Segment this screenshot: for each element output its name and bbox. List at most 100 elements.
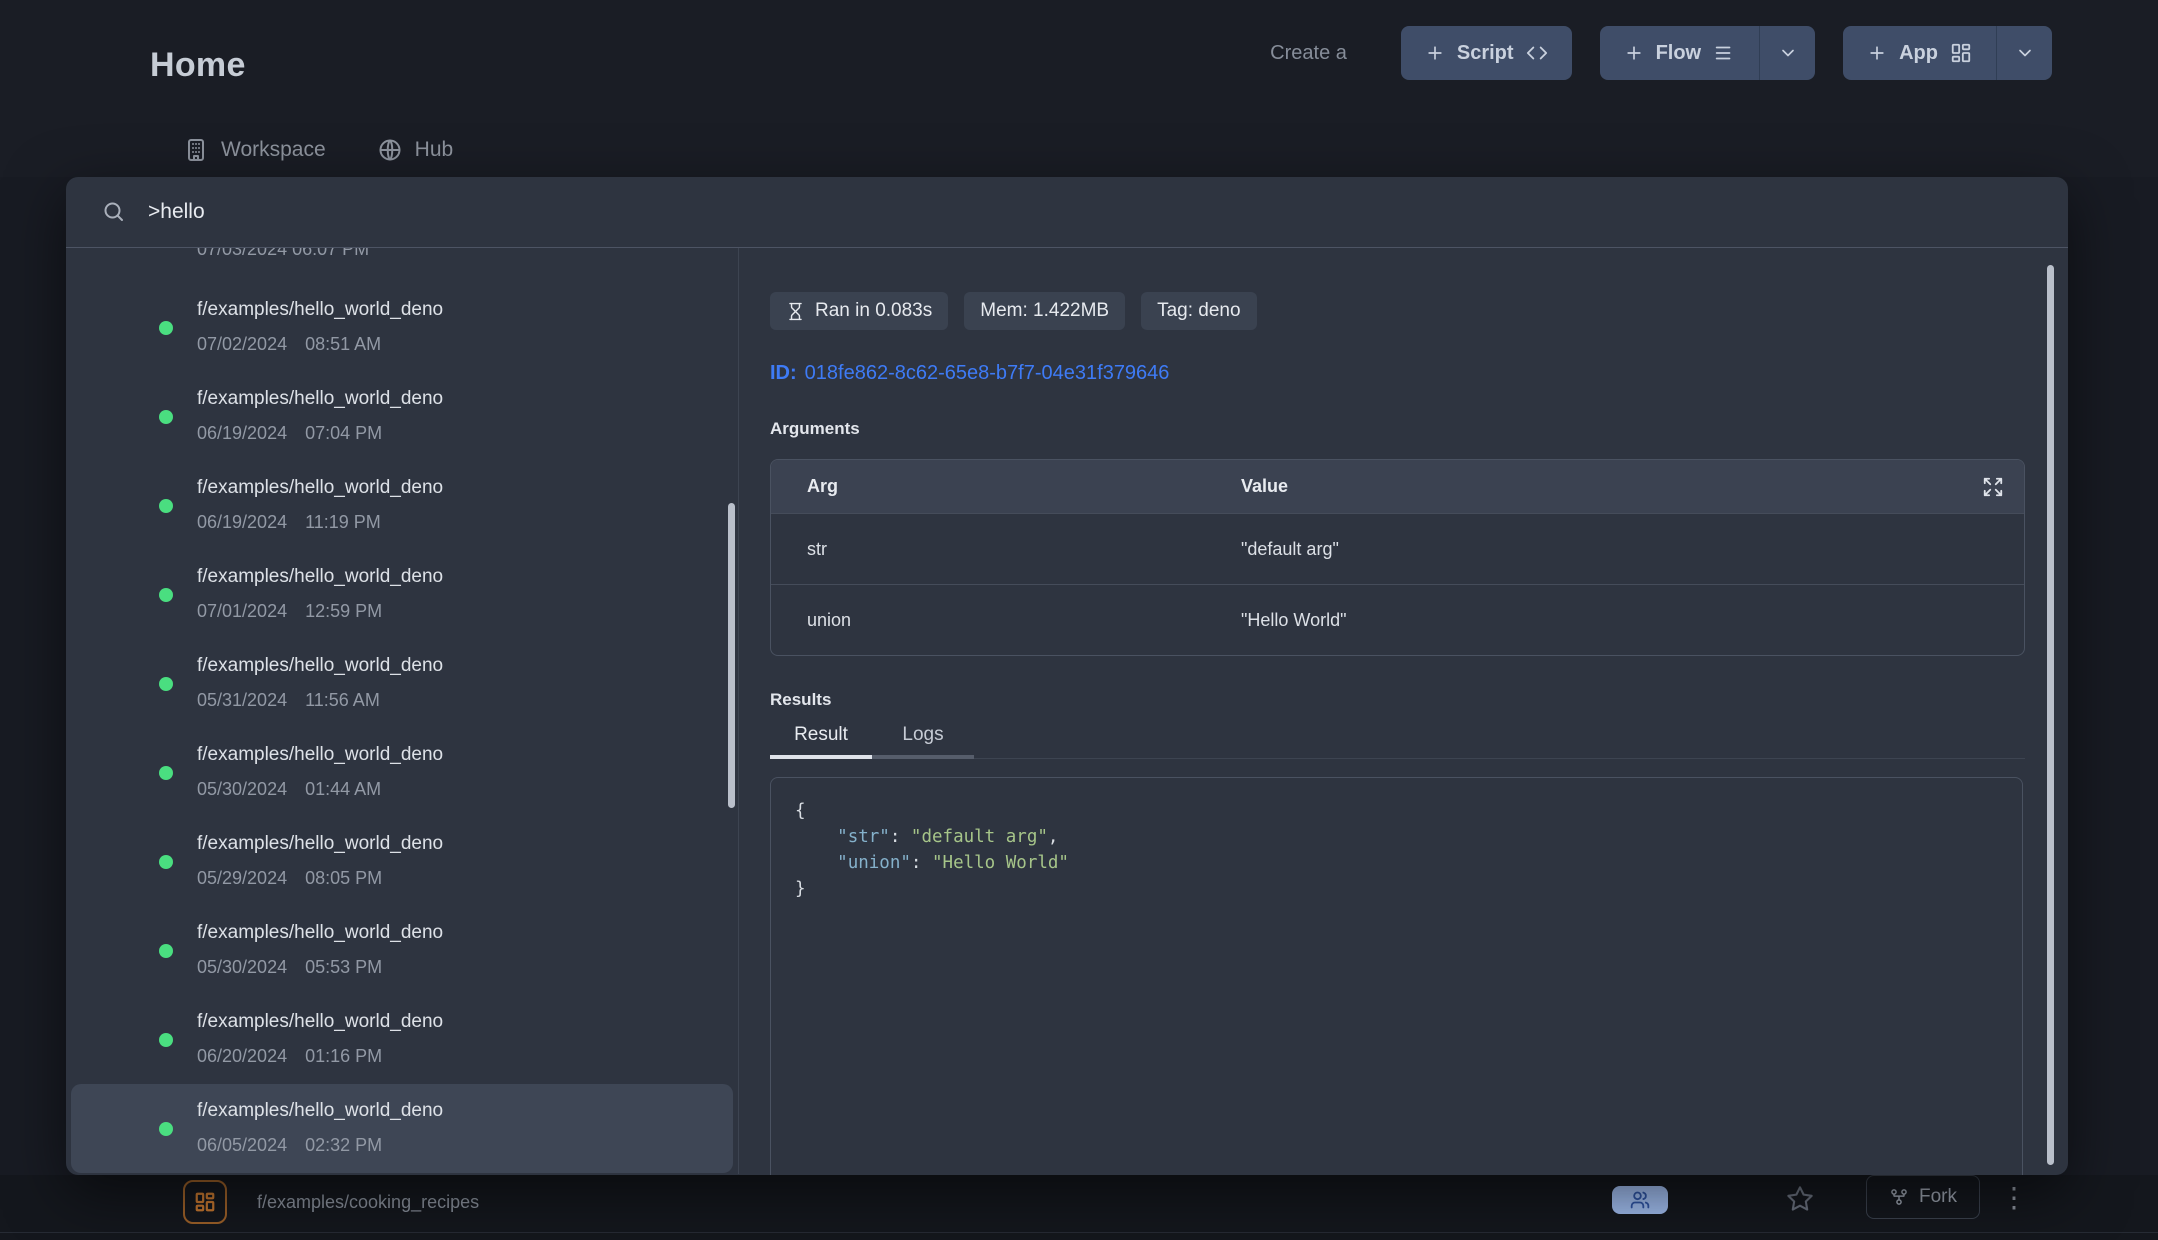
run-path: f/examples/hello_world_deno [197,742,738,768]
table-row: str"default arg" [771,513,2024,584]
search-input[interactable] [148,200,948,224]
create-script-button[interactable]: Script [1401,26,1572,80]
create-app-button[interactable]: App [1843,26,1996,80]
result-json-viewer: { "str": "default arg", "union": "Hello … [770,777,2023,1175]
run-path: f/examples/hello_world_deno [197,831,738,857]
create-label: Create a [1270,42,1347,65]
run-path: f/examples/hello_world_deno [197,564,738,590]
run-list-item[interactable]: f/examples/hello_world_deno06/05/202402:… [71,1084,733,1173]
run-datetime: 06/20/202401:16 PM [197,1046,738,1067]
runs-list: f/examples/hello_world_deno07/02/202408:… [66,283,738,1173]
plus-icon [1425,43,1445,63]
run-path: f/examples/hello_world_deno [197,653,738,679]
dashboard-icon [194,1191,216,1213]
app-row-actions: Fork ⋮ [1612,1175,2028,1219]
run-id-value: 018fe862-8c62-65e8-b7f7-04e31f379646 [805,362,1170,384]
json-key: "str" [837,827,890,847]
code-line: "str": "default arg", [795,824,1998,850]
run-list-item[interactable]: f/examples/hello_world_deno06/19/202407:… [66,372,738,461]
divider [0,1232,2158,1233]
run-datetime: 05/29/2024 08:05 PM [197,868,738,889]
code-line: } [795,876,1998,902]
run-date: 06/19/2024 [197,512,287,532]
arg-name-cell: union [771,610,1241,631]
create-app-button-group: App [1843,26,2052,80]
create-flow-button[interactable]: Flow [1600,26,1760,80]
arguments-heading: Arguments [770,419,2068,439]
run-time: 07:04 PM [305,423,382,443]
arg-name-cell: str [771,539,1241,560]
arguments-table-body: str"default arg"union"Hello World" [771,513,2024,655]
run-date: 05/29/2024 [197,868,287,888]
expand-icon [1982,476,2004,498]
json-string-value: "default arg" [911,827,1048,847]
building-icon [184,138,208,162]
code-line: { [795,798,1998,824]
create-flow-dropdown-button[interactable] [1759,26,1815,80]
tab-workspace[interactable]: Workspace [184,138,326,162]
detail-scrollbar[interactable] [2047,265,2054,1165]
run-detail-panel: Ran in 0.083s Mem: 1.422MB Tag: deno ID:… [739,248,2068,1174]
fork-button[interactable]: Fork [1866,1175,1980,1219]
chevron-down-icon [2015,43,2035,63]
divider [974,755,2025,759]
dashboard-icon [1950,42,1972,64]
run-id-link[interactable]: ID: 018fe862-8c62-65e8-b7f7-04e31f379646 [770,362,2068,385]
run-list-item[interactable]: f/examples/hello_world_deno07/01/202412:… [66,550,738,639]
search-bar [66,177,2068,248]
memory-badge: Mem: 1.422MB [964,292,1125,330]
run-date: 07/02/2024 [197,334,287,354]
workspace-hub-tabs: Workspace Hub [184,138,453,162]
run-datetime: 07/03/2024 06:07 PM [197,248,738,260]
run-date: 07/01/2024 [197,601,287,621]
list-icon [1713,42,1735,64]
run-search-modal: 07/03/2024 06:07 PM f/examples/hello_wor… [66,177,2068,1175]
code-line: "union": "Hello World" [795,850,1998,876]
run-list-item[interactable]: f/examples/hello_world_deno05/30/202401:… [66,728,738,817]
tab-hub[interactable]: Hub [378,138,454,162]
run-datetime: 07/02/202408:51 AM [197,334,738,355]
git-fork-icon [1889,1187,1909,1207]
favorite-star-button[interactable] [1786,1185,1814,1213]
run-list-item[interactable]: f/examples/hello_world_deno07/02/202408:… [66,283,738,372]
run-date: 05/31/2024 [197,690,287,710]
expand-table-button[interactable] [1982,476,2004,498]
background-app-row: f/examples/cooking_recipes Fork ⋮ [0,1175,2158,1240]
tab-logs[interactable]: Logs [872,724,974,759]
create-app-dropdown-button[interactable] [1996,26,2052,80]
arguments-table: Arg Value str"default arg"union"Hello Wo… [770,459,2025,656]
code-icon [1526,42,1548,64]
run-status-dot [159,321,173,335]
run-status-dot [159,588,173,602]
tab-result[interactable]: Result [770,724,872,759]
run-datetime: 06/19/202411:19 PM [197,512,738,533]
tag-badge-label: Tag: deno [1157,300,1240,322]
arguments-table-header: Arg Value [771,460,2024,513]
more-options-button[interactable]: ⋮ [2000,1184,2028,1212]
run-status-dot [159,499,173,513]
run-path: f/examples/hello_world_deno [197,475,738,501]
run-list-item[interactable]: f/examples/hello_world_deno05/30/202405:… [66,906,738,995]
hourglass-icon [786,302,805,321]
run-list-item[interactable]: f/examples/hello_world_deno 06/19/202411:… [66,461,738,550]
plus-icon [1624,43,1644,63]
chevron-down-icon [1778,43,1798,63]
shared-users-chip[interactable] [1612,1186,1668,1214]
run-time: 01:44 AM [305,779,381,799]
star-icon [1786,1185,1814,1213]
run-list-item[interactable]: f/examples/hello_world_deno 06/20/202401:… [66,995,738,1084]
create-flow-button-group: Flow [1600,26,1816,80]
run-date: 06/05/2024 [197,1135,287,1155]
run-datetime: 05/31/202411:56 AM [197,690,738,711]
run-status-dot [159,766,173,780]
run-id-label: ID: [770,362,797,384]
run-date: 06/20/2024 [197,1046,287,1066]
run-time: 08:05 PM [305,868,382,888]
run-list-item[interactable]: f/examples/hello_world_deno 05/29/2024 08:… [66,817,738,906]
duration-badge-label: Ran in 0.083s [815,300,932,322]
runs-scrollbar[interactable] [728,503,735,808]
run-path: f/examples/hello_world_deno [197,1009,738,1035]
run-list-item[interactable]: f/examples/hello_world_deno 05/31/202411:… [66,639,738,728]
run-list-item-clipped[interactable]: 07/03/2024 06:07 PM [66,248,738,283]
tag-badge: Tag: deno [1141,292,1256,330]
